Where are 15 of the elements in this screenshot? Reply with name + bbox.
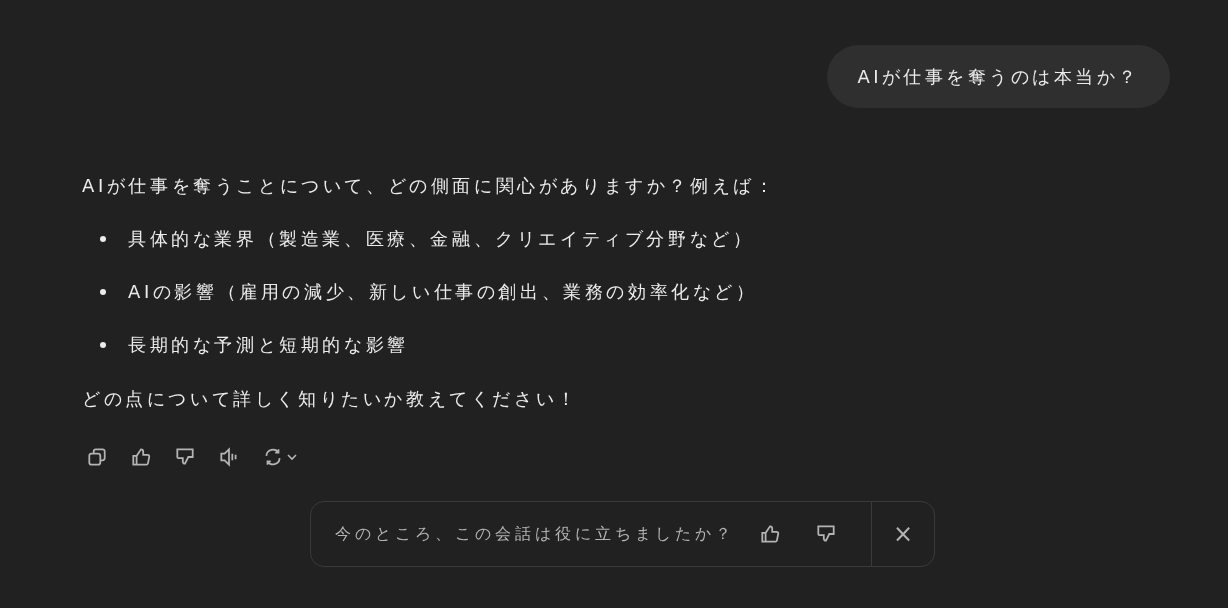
bullet-icon [100, 341, 106, 348]
list-item: AIの影響（雇用の減少、新しい仕事の創出、業務の効率化など） [128, 279, 758, 304]
bullet-icon [100, 235, 106, 242]
feedback-question: 今のところ、この会話は役に立ちましたか？ [335, 523, 735, 545]
close-button[interactable]: × [872, 519, 934, 549]
bullet-icon [100, 288, 106, 295]
list-item: 長期的な予測と短期的な影響 [128, 332, 409, 357]
thumbs-up-icon[interactable] [759, 523, 781, 545]
list-item: 具体的な業界（製造業、医療、金融、クリエイティブ分野など） [128, 226, 755, 251]
thumbs-up-icon[interactable] [130, 446, 152, 468]
user-message: AIが仕事を奪うのは本当か？ [827, 45, 1170, 108]
caret-icon[interactable] [286, 451, 298, 463]
copy-icon[interactable] [86, 446, 108, 468]
assistant-text: どの点について詳しく知りたいか教えてください！ [82, 387, 580, 411]
assistant-text: AIが仕事を奪うことについて、どの側面に関心がありますか？例えば： [82, 174, 778, 198]
